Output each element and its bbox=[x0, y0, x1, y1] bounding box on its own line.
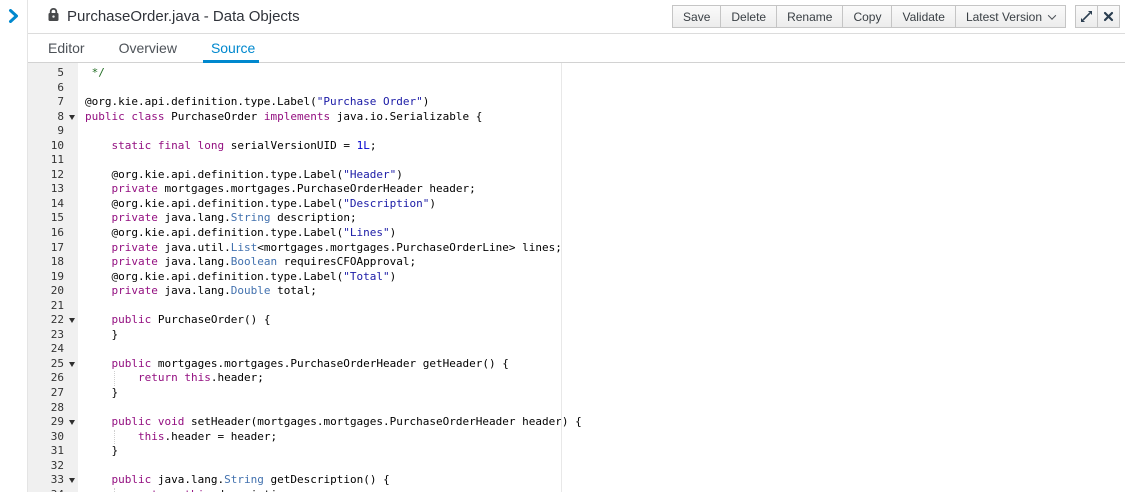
gutter-line-24: 24 bbox=[28, 342, 78, 357]
gutter-line-23: 23 bbox=[28, 328, 78, 343]
gutter-line-28: 28 bbox=[28, 401, 78, 416]
gutter-line-33: 33 bbox=[28, 473, 78, 488]
gutter-line-34: 34 bbox=[28, 488, 78, 492]
code-line-18[interactable]: private java.lang.Boolean requiresCFOApp… bbox=[85, 255, 1125, 270]
gutter-line-26: 26 bbox=[28, 371, 78, 386]
gutter-line-19: 19 bbox=[28, 270, 78, 285]
application-window: PurchaseOrder.java - Data Objects Save D… bbox=[0, 0, 1125, 492]
gutter-line-18: 18 bbox=[28, 255, 78, 270]
code-line-26[interactable]: return this.header; bbox=[85, 371, 1125, 386]
lock-icon bbox=[47, 7, 60, 27]
code-line-30[interactable]: this.header = header; bbox=[85, 430, 1125, 445]
gutter-line-13: 13 bbox=[28, 182, 78, 197]
window-control-group bbox=[1075, 5, 1120, 28]
chevron-right-icon[interactable] bbox=[8, 9, 20, 28]
gutter-line-10: 10 bbox=[28, 139, 78, 154]
copy-button[interactable]: Copy bbox=[842, 5, 892, 28]
code-line-24[interactable] bbox=[85, 342, 1125, 357]
gutter-line-6: 6 bbox=[28, 81, 78, 96]
code-line-31[interactable]: } bbox=[85, 444, 1125, 459]
editor-gutter: 5678910111213141516171819202122232425262… bbox=[28, 63, 78, 492]
source-code-editor[interactable]: 5678910111213141516171819202122232425262… bbox=[28, 63, 1125, 492]
gutter-line-25: 25 bbox=[28, 357, 78, 372]
left-rail bbox=[0, 0, 28, 492]
gutter-line-12: 12 bbox=[28, 168, 78, 183]
gutter-line-8: 8 bbox=[28, 110, 78, 125]
code-line-16[interactable]: @org.kie.api.definition.type.Label("Line… bbox=[85, 226, 1125, 241]
code-line-15[interactable]: private java.lang.String description; bbox=[85, 211, 1125, 226]
title-wrap: PurchaseOrder.java - Data Objects bbox=[47, 7, 300, 27]
main-panel: PurchaseOrder.java - Data Objects Save D… bbox=[28, 0, 1125, 492]
gutter-line-9: 9 bbox=[28, 124, 78, 139]
code-line-29[interactable]: public void setHeader(mortgages.mortgage… bbox=[85, 415, 1125, 430]
gutter-line-17: 17 bbox=[28, 241, 78, 256]
gutter-line-32: 32 bbox=[28, 459, 78, 474]
code-line-7[interactable]: @org.kie.api.definition.type.Label("Purc… bbox=[85, 95, 1125, 110]
code-line-12[interactable]: @org.kie.api.definition.type.Label("Head… bbox=[85, 168, 1125, 183]
code-line-13[interactable]: private mortgages.mortgages.PurchaseOrde… bbox=[85, 182, 1125, 197]
rename-button[interactable]: Rename bbox=[776, 5, 843, 28]
close-button[interactable] bbox=[1097, 5, 1120, 28]
toolbar: Save Delete Rename Copy Validate Latest … bbox=[672, 5, 1125, 28]
fold-toggle-icon[interactable] bbox=[69, 115, 75, 120]
code-line-25[interactable]: public mortgages.mortgages.PurchaseOrder… bbox=[85, 357, 1125, 372]
close-icon bbox=[1103, 11, 1114, 22]
code-line-8[interactable]: public class PurchaseOrder implements ja… bbox=[85, 110, 1125, 125]
code-line-6[interactable] bbox=[85, 81, 1125, 96]
fold-toggle-icon[interactable] bbox=[69, 420, 75, 425]
code-line-17[interactable]: private java.util.List<mortgages.mortgag… bbox=[85, 241, 1125, 256]
gutter-line-16: 16 bbox=[28, 226, 78, 241]
tab-bar: Editor Overview Source bbox=[28, 34, 1125, 63]
code-area[interactable]: */ @org.kie.api.definition.type.Label("Pu… bbox=[78, 63, 1125, 492]
expand-icon bbox=[1080, 10, 1093, 23]
chevron-down-icon bbox=[1048, 11, 1056, 19]
code-line-21[interactable] bbox=[85, 299, 1125, 314]
print-margin bbox=[561, 63, 562, 492]
page-title: PurchaseOrder.java - Data Objects bbox=[67, 8, 300, 25]
gutter-line-22: 22 bbox=[28, 313, 78, 328]
gutter-line-27: 27 bbox=[28, 386, 78, 401]
version-dropdown-button[interactable]: Latest Version bbox=[955, 5, 1066, 28]
tab-overview[interactable]: Overview bbox=[119, 34, 177, 62]
code-line-34[interactable]: return this.description; bbox=[85, 488, 1125, 492]
fold-toggle-icon[interactable] bbox=[69, 478, 75, 483]
delete-button[interactable]: Delete bbox=[720, 5, 777, 28]
validate-button[interactable]: Validate bbox=[891, 5, 955, 28]
code-line-22[interactable]: public PurchaseOrder() { bbox=[85, 313, 1125, 328]
code-line-28[interactable] bbox=[85, 401, 1125, 416]
gutter-line-30: 30 bbox=[28, 430, 78, 445]
asset-header: PurchaseOrder.java - Data Objects Save D… bbox=[28, 0, 1125, 34]
gutter-line-5: 5 bbox=[28, 66, 78, 81]
code-line-33[interactable]: public java.lang.String getDescription()… bbox=[85, 473, 1125, 488]
version-dropdown-label: Latest Version bbox=[966, 10, 1042, 24]
gutter-line-20: 20 bbox=[28, 284, 78, 299]
code-line-14[interactable]: @org.kie.api.definition.type.Label("Desc… bbox=[85, 197, 1125, 212]
code-line-5[interactable]: */ bbox=[85, 66, 1125, 81]
fold-toggle-icon[interactable] bbox=[69, 318, 75, 323]
gutter-line-7: 7 bbox=[28, 95, 78, 110]
expand-button[interactable] bbox=[1075, 5, 1098, 28]
code-line-10[interactable]: static final long serialVersionUID = 1L; bbox=[85, 139, 1125, 154]
gutter-line-15: 15 bbox=[28, 211, 78, 226]
code-line-9[interactable] bbox=[85, 124, 1125, 139]
tab-source[interactable]: Source bbox=[211, 34, 255, 62]
gutter-line-29: 29 bbox=[28, 415, 78, 430]
save-button[interactable]: Save bbox=[672, 5, 721, 28]
code-line-11[interactable] bbox=[85, 153, 1125, 168]
code-line-23[interactable]: } bbox=[85, 328, 1125, 343]
code-line-19[interactable]: @org.kie.api.definition.type.Label("Tota… bbox=[85, 270, 1125, 285]
toolbar-button-group: Save Delete Rename Copy Validate Latest … bbox=[672, 5, 1066, 28]
code-line-32[interactable] bbox=[85, 459, 1125, 474]
code-line-27[interactable]: } bbox=[85, 386, 1125, 401]
code-line-20[interactable]: private java.lang.Double total; bbox=[85, 284, 1125, 299]
gutter-line-11: 11 bbox=[28, 153, 78, 168]
gutter-line-21: 21 bbox=[28, 299, 78, 314]
tab-editor[interactable]: Editor bbox=[48, 34, 85, 62]
gutter-line-31: 31 bbox=[28, 444, 78, 459]
fold-toggle-icon[interactable] bbox=[69, 362, 75, 367]
gutter-line-14: 14 bbox=[28, 197, 78, 212]
